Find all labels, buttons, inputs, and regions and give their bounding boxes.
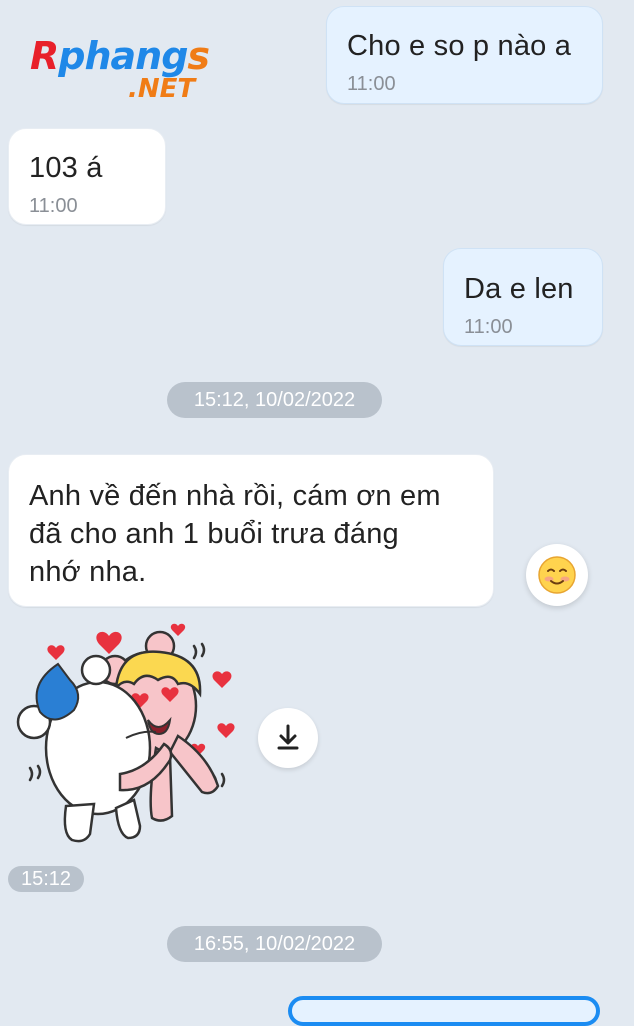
logo-text: Rphangs <box>30 34 210 78</box>
date-separator: 16:55, 10/02/2022 <box>167 926 382 962</box>
chat-view: Rphangs .NET Cho e so p nào a 11:00 103 … <box>0 0 634 1026</box>
message-text: 103 á <box>29 152 103 184</box>
logo-suffix: .NET <box>128 74 196 104</box>
message-bubble-outgoing-selected[interactable] <box>288 996 600 1026</box>
message-time: 11:00 <box>347 73 396 95</box>
message-bubble-incoming[interactable]: 103 á 11:00 <box>8 128 166 225</box>
message-text: Cho e so p nào a <box>347 30 572 62</box>
reaction-button[interactable] <box>526 544 588 606</box>
hugging-bear-sticker <box>16 623 235 843</box>
message-bubble-incoming[interactable]: Anh về đến nhà rồi, cám ơn em đã cho anh… <box>8 454 494 607</box>
date-separator: 15:12, 10/02/2022 <box>167 382 382 418</box>
message-line: nhớ nha. <box>29 556 147 588</box>
sticker-time: 15:12 <box>8 866 84 892</box>
watermark-logo: Rphangs .NET <box>30 34 230 114</box>
smiling-face-icon <box>538 556 576 594</box>
message-bubble-outgoing[interactable]: Da e len 11:00 <box>443 248 603 346</box>
message-line: đã cho anh 1 buổi trưa đáng <box>29 518 399 550</box>
download-button[interactable] <box>258 708 318 768</box>
message-time: 11:00 <box>29 195 78 217</box>
sticker[interactable] <box>8 618 246 850</box>
download-icon <box>277 724 299 750</box>
message-time: 11:00 <box>464 316 513 338</box>
message-bubble-outgoing[interactable]: Cho e so p nào a 11:00 <box>326 6 603 104</box>
message-text: Da e len <box>464 273 574 305</box>
message-line: Anh về đến nhà rồi, cám ơn em <box>29 480 441 512</box>
